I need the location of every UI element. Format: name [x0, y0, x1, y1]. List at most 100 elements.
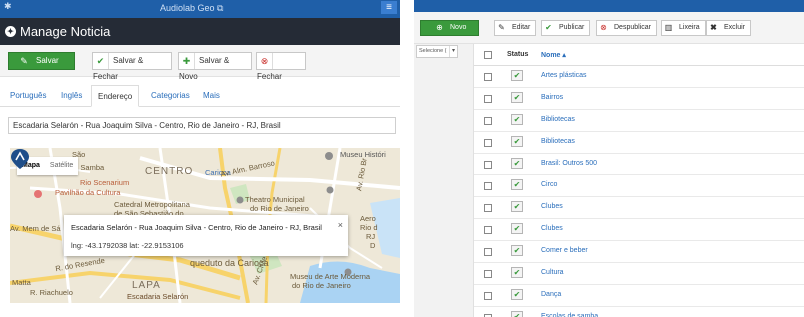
tab-mais[interactable]: Mais: [203, 91, 220, 100]
chevron-down-icon: ▾: [449, 46, 457, 57]
row-checkbox[interactable]: [484, 160, 492, 169]
joomla-logo-icon: ✦: [5, 26, 16, 37]
edit-button[interactable]: ✎ Editar: [494, 20, 537, 36]
map-label: do Rio de Janeiro: [292, 281, 351, 290]
hamburger-icon[interactable]: ≡: [381, 1, 397, 14]
table-row: ✔ Comer e beber: [474, 241, 804, 264]
row-checkbox[interactable]: [484, 248, 492, 257]
map-label: RJ: [366, 232, 376, 241]
published-check-icon[interactable]: ✔: [511, 179, 523, 191]
map-label: Catedral Metropolitana: [114, 200, 190, 209]
row-checkbox[interactable]: [484, 182, 492, 191]
row-name-link[interactable]: Escolas de samba: [541, 313, 598, 317]
status-column-header[interactable]: Status: [507, 51, 528, 58]
tab-categorias[interactable]: Categorias: [151, 91, 190, 100]
row-name-link[interactable]: Clubes: [541, 203, 563, 210]
address-input[interactable]: Escadaria Selarón - Rua Joaquim Silva - …: [8, 117, 396, 134]
published-check-icon[interactable]: ✔: [511, 223, 523, 235]
google-map[interactable]: Museu Históri São de Samba CENTRO Carioc…: [10, 148, 400, 303]
delete-button[interactable]: ✖ Excluir: [706, 20, 752, 36]
check-icon: ✔: [545, 23, 552, 32]
row-name-link[interactable]: Bibliotecas: [541, 138, 575, 145]
row-name-link[interactable]: Dança: [541, 291, 561, 298]
published-check-icon[interactable]: ✔: [511, 201, 523, 213]
info-address: Escadaria Selarón - Rua Joaquim Silva - …: [71, 223, 322, 232]
table-row: ✔ Clubes: [474, 219, 804, 242]
published-check-icon[interactable]: ✔: [511, 157, 523, 169]
close-circle-icon: ⊗: [600, 23, 607, 32]
trash-icon: ▥: [664, 23, 673, 32]
published-check-icon[interactable]: ✔: [511, 310, 523, 317]
site-brand[interactable]: Audiolab Geo ⧉: [160, 3, 223, 14]
row-name-link[interactable]: Bairros: [541, 94, 563, 101]
published-check-icon[interactable]: ✔: [511, 113, 523, 125]
tab-ingles[interactable]: Inglês: [61, 91, 82, 100]
list-toolbar: ⊕ Novo ✎ Editar ✔ Publicar ⊗ Despublicar ▥ Li…: [414, 12, 804, 44]
save-new-button[interactable]: ✚ Salvar & Novo: [178, 52, 252, 81]
row-checkbox[interactable]: [484, 116, 492, 125]
row-checkbox[interactable]: [484, 270, 492, 279]
table-row: ✔ Brasil: Outros 500: [474, 154, 804, 176]
name-column-header[interactable]: Nome ▴: [541, 51, 566, 59]
map-label: Matta: [12, 278, 31, 287]
table-header: Status Nome ▴: [474, 44, 804, 66]
table-row: ✔ Cultura: [474, 263, 804, 285]
delete-x-icon: ✖: [710, 23, 717, 32]
close-icon[interactable]: ×: [338, 220, 343, 230]
filter-select[interactable]: Selecione ( ▾: [416, 45, 458, 58]
plus-icon: ✚: [179, 53, 195, 69]
row-checkbox[interactable]: [484, 226, 492, 235]
map-label: R. Riachuelo: [30, 288, 73, 297]
row-checkbox[interactable]: [484, 94, 492, 103]
table-row: ✔ Escolas de samba: [474, 307, 804, 317]
row-name-link[interactable]: Bibliotecas: [541, 116, 575, 123]
row-checkbox[interactable]: [484, 204, 492, 213]
map-marker-icon[interactable]: [10, 148, 30, 170]
joomla-small-icon[interactable]: ✱: [4, 1, 12, 12]
map-label: Escadaria Selarón: [127, 292, 189, 301]
row-name-link[interactable]: Cultura: [541, 269, 564, 276]
map-label: Theatro Municipal: [245, 195, 305, 204]
published-check-icon[interactable]: ✔: [511, 135, 523, 147]
edit-icon: ✎: [498, 23, 505, 32]
map-label: CENTRO: [145, 166, 194, 177]
row-name-link[interactable]: Comer e beber: [541, 247, 588, 254]
published-check-icon[interactable]: ✔: [511, 288, 523, 300]
page-title-bar: ✦ Manage Noticia: [0, 18, 400, 45]
close-button[interactable]: ⊗Fechar: [256, 52, 306, 81]
row-checkbox[interactable]: [484, 138, 492, 147]
publish-button[interactable]: ✔ Publicar: [541, 20, 591, 36]
table-row: ✔ Clubes: [474, 197, 804, 220]
published-check-icon[interactable]: ✔: [511, 70, 523, 81]
select-all-checkbox[interactable]: [484, 51, 492, 59]
table-row: ✔ Artes plásticas: [474, 66, 804, 88]
info-coords: lng: -43.1792038 lat: -22.9153106: [71, 241, 184, 250]
row-name-link[interactable]: Clubes: [541, 225, 563, 232]
row-name-link[interactable]: Artes plásticas: [541, 72, 587, 79]
published-check-icon[interactable]: ✔: [511, 91, 523, 103]
table-row: ✔ Dança: [474, 285, 804, 307]
published-check-icon[interactable]: ✔: [511, 245, 523, 257]
save-button[interactable]: ✎ Salvar: [8, 52, 75, 70]
unpublish-button[interactable]: ⊗ Despublicar: [596, 20, 657, 36]
save-close-button[interactable]: ✔ Salvar & Fechar: [92, 52, 172, 81]
tab-portugues[interactable]: Português: [10, 91, 46, 100]
row-name-link[interactable]: Circo: [541, 181, 557, 188]
tab-endereco[interactable]: Endereço: [91, 85, 140, 107]
row-name-link[interactable]: Brasil: Outros 500: [541, 160, 597, 167]
close-circle-icon: ⊗: [257, 53, 273, 69]
row-checkbox[interactable]: [484, 291, 492, 300]
row-checkbox[interactable]: [484, 73, 492, 81]
published-check-icon[interactable]: ✔: [511, 267, 523, 279]
map-type-satelite[interactable]: Satélite: [45, 157, 78, 175]
map-label: Av. Mem de Sá: [10, 224, 61, 233]
new-button[interactable]: ⊕ Novo: [420, 20, 480, 36]
edit-icon: ✎: [20, 56, 28, 66]
filter-sidebar: Selecione ( ▾: [414, 44, 474, 317]
map-label: Pavilhão da Cultura: [55, 188, 121, 197]
top-header-bar: ✱ Audiolab Geo ⧉ ≡: [0, 0, 400, 18]
map-label: Museu de Arte Moderna: [290, 272, 371, 281]
categories-table: Status Nome ▴ ✔ Artes plásticas ✔ Bairros ✔ B…: [474, 44, 804, 317]
trash-button[interactable]: ▥ Lixeira: [661, 20, 706, 36]
map-label: Rio d: [360, 223, 378, 232]
